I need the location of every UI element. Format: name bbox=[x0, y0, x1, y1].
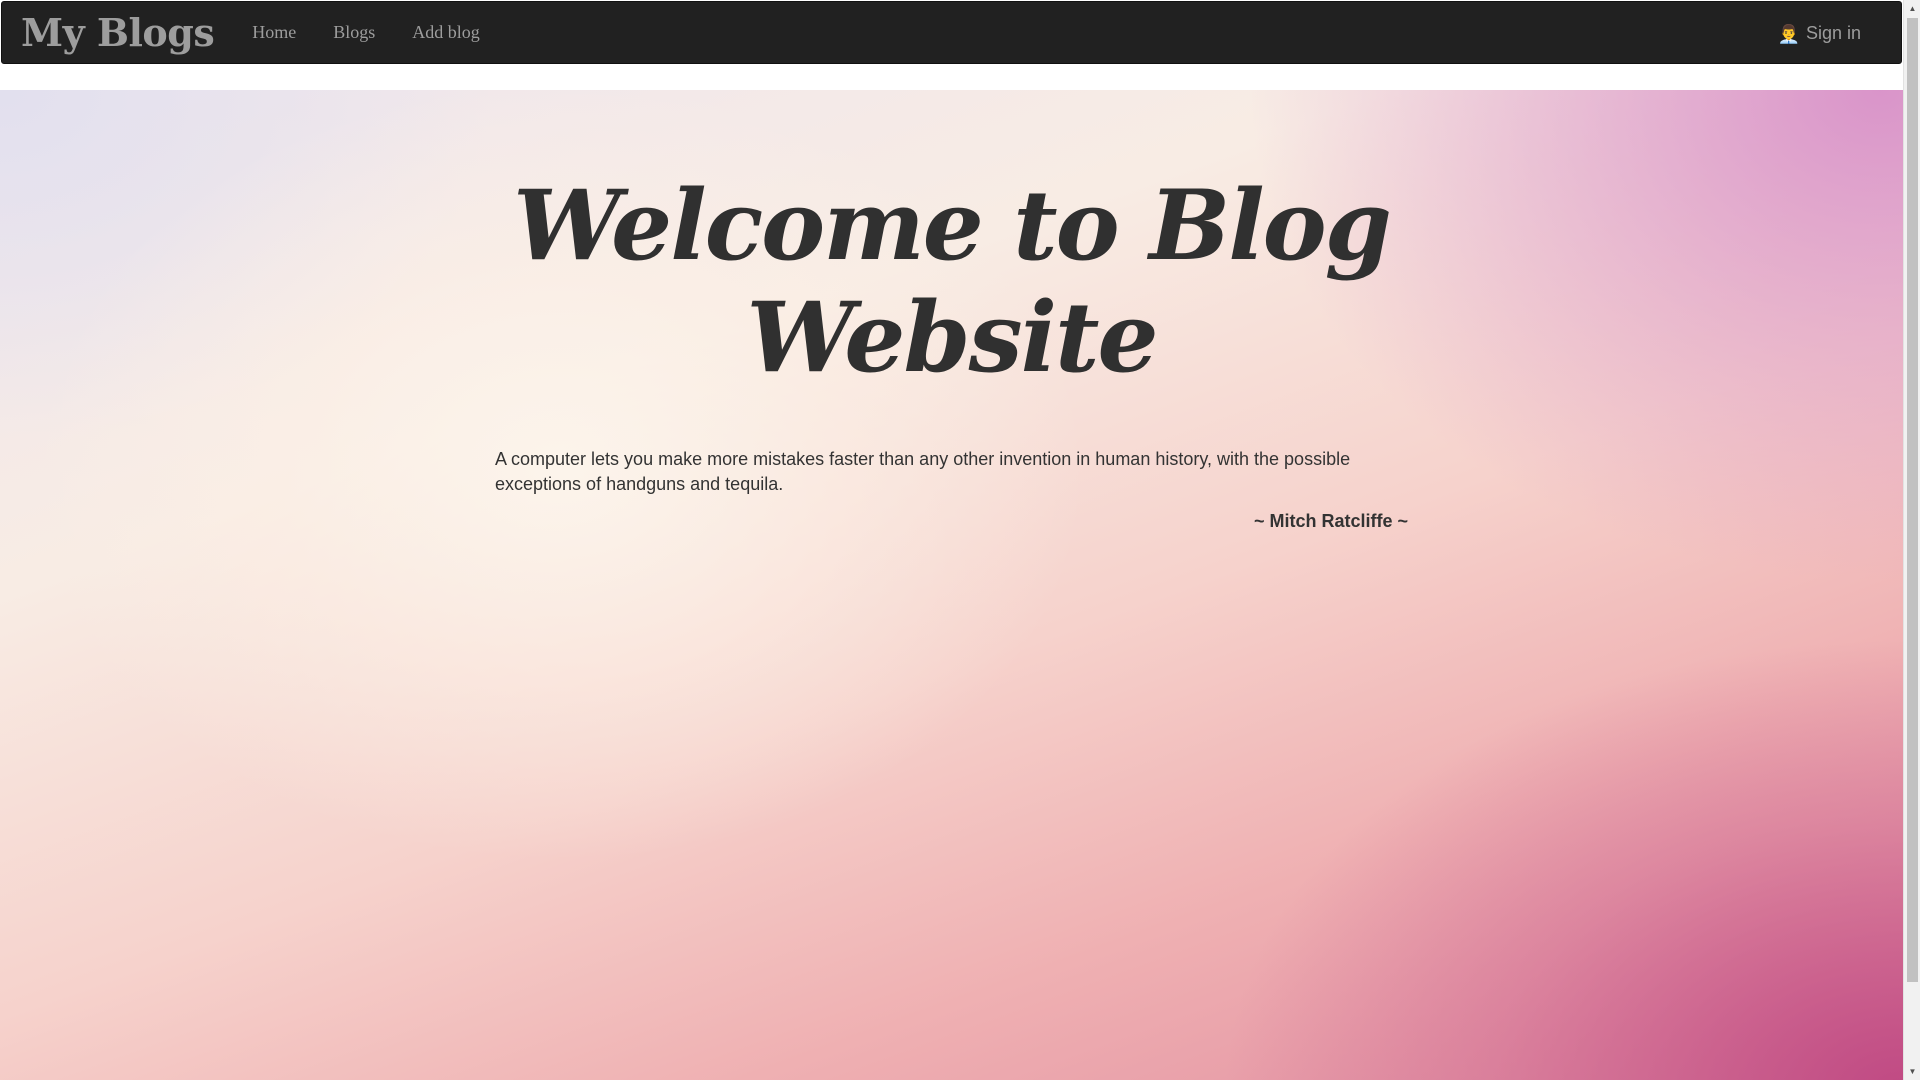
scroll-down-arrow-icon[interactable]: ▼ bbox=[1904, 1063, 1920, 1080]
hero-title-line1: Welcome to Blog bbox=[513, 169, 1392, 282]
vertical-scrollbar[interactable]: ▲ ▼ bbox=[1903, 0, 1920, 1080]
hero-title: Welcome to Blog Website bbox=[0, 170, 1903, 394]
navbar: My Blogs Home Blogs Add blog 👨‍💼 Sign in bbox=[1, 1, 1902, 64]
brand-link[interactable]: My Blogs bbox=[21, 13, 215, 52]
nav-link-add-blog[interactable]: Add blog bbox=[412, 22, 480, 43]
quote-text: A computer lets you make more mistakes f… bbox=[495, 449, 1351, 494]
page: My Blogs Home Blogs Add blog 👨‍💼 Sign in… bbox=[0, 0, 1920, 1080]
scroll-thumb[interactable] bbox=[1907, 18, 1918, 982]
quote-author: ~ Mitch Ratcliffe ~ bbox=[1253, 511, 1408, 531]
nav-link-home[interactable]: Home bbox=[252, 22, 296, 43]
signin-button[interactable]: 👨‍💼 Sign in bbox=[1778, 2, 1861, 65]
hero-section: Welcome to Blog Website A computer lets … bbox=[0, 90, 1903, 1080]
nav-link-blogs[interactable]: Blogs bbox=[333, 22, 375, 43]
scroll-up-arrow-icon[interactable]: ▲ bbox=[1904, 0, 1920, 17]
user-icon: 👨‍💼 bbox=[1777, 23, 1800, 44]
signin-label: Sign in bbox=[1805, 23, 1861, 43]
hero-title-line2: Website bbox=[746, 281, 1158, 394]
